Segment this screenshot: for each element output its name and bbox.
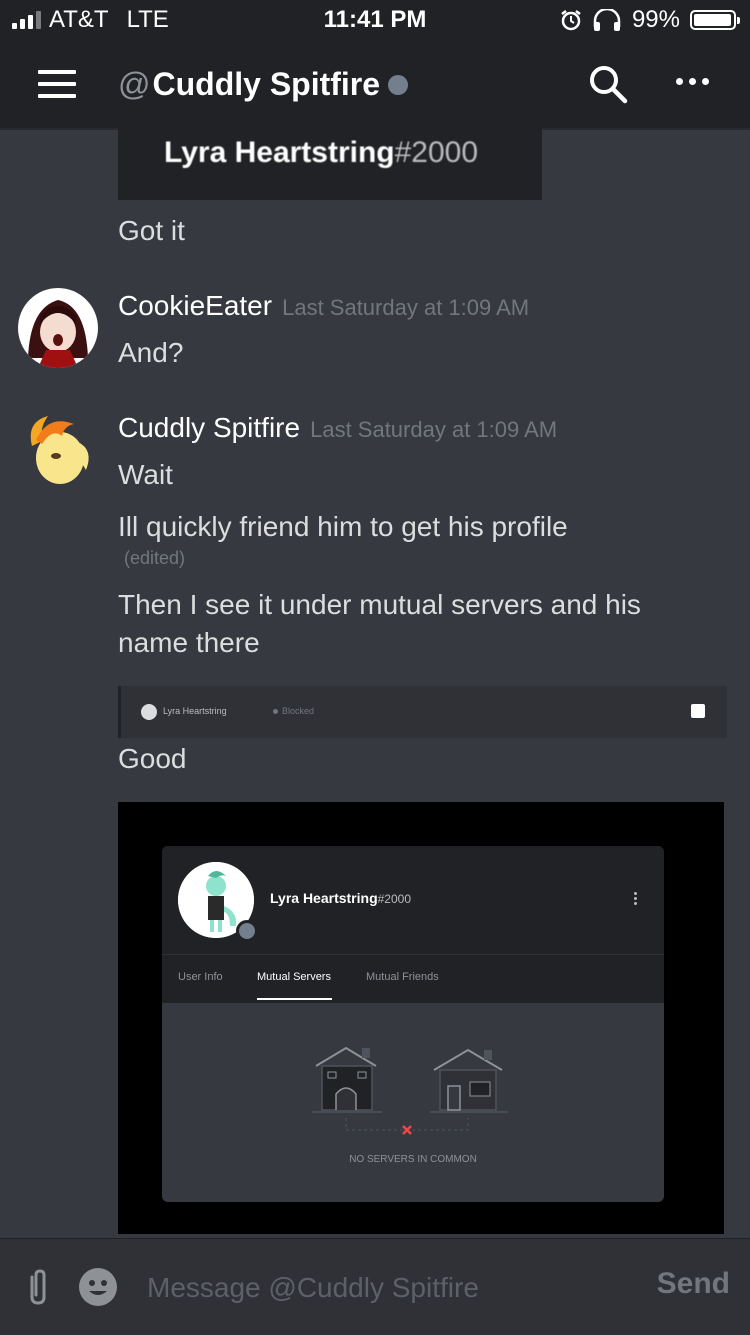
- attachment-icon[interactable]: [22, 1267, 54, 1307]
- at-symbol: @: [118, 66, 151, 102]
- send-button[interactable]: Send: [657, 1267, 730, 1301]
- embed-username: Lyra Heartstring#2000: [164, 136, 479, 169]
- status-right: 99%: [560, 6, 740, 34]
- message-text: Wait: [118, 459, 173, 490]
- tab-mutual-servers: Mutual Servers: [257, 971, 331, 983]
- avatar[interactable]: [18, 410, 98, 490]
- timestamp: Last Saturday at 1:09 AM: [282, 295, 530, 320]
- active-tab-indicator: [257, 998, 332, 1000]
- avatar: [141, 704, 157, 720]
- presence-indicator: [388, 74, 409, 95]
- dm-username: Cuddly Spitfire: [152, 66, 381, 102]
- user-icon: [691, 704, 705, 718]
- avatar[interactable]: [18, 288, 98, 368]
- menu-icon[interactable]: [38, 70, 76, 98]
- message-header: Cuddly Spitfire Last Saturday at 1:09 AM: [118, 412, 557, 444]
- profile-card: Lyra Heartstring#2000 User Info Mutual S…: [162, 846, 664, 1202]
- message-text: Then I see it under mutual servers and h…: [118, 589, 641, 658]
- embed-username: Lyra Heartstring: [163, 706, 227, 716]
- message-composer: Send: [0, 1238, 750, 1335]
- battery-percent: 99%: [631, 6, 680, 33]
- image-attachment[interactable]: Lyra Heartstring Blocked: [118, 686, 727, 738]
- emoji-icon[interactable]: [78, 1267, 118, 1307]
- no-servers-illustration: [312, 1046, 508, 1135]
- profile-header: Lyra Heartstring#2000: [162, 846, 664, 954]
- headphones-icon: [593, 9, 621, 31]
- message-text: Ill quickly friend him to get his profil…: [118, 511, 568, 542]
- profile-name: Lyra Heartstring#2000: [270, 890, 411, 906]
- message-text: And?: [118, 337, 184, 368]
- search-icon[interactable]: [588, 64, 628, 104]
- timestamp: Last Saturday at 1:09 AM: [310, 417, 558, 442]
- status-bar: AT&T LTE 11:41 PM 99%: [0, 0, 750, 40]
- status-badge: Blocked: [273, 706, 314, 716]
- dm-title[interactable]: @ Cuddly Spitfire: [118, 66, 409, 103]
- message-text: Got it: [118, 215, 185, 246]
- author-name[interactable]: Cuddly Spitfire: [118, 412, 300, 444]
- tab-user-info: User Info: [178, 971, 223, 983]
- edited-label: (edited): [124, 548, 186, 568]
- image-attachment[interactable]: Lyra Heartstring#2000: [118, 128, 542, 200]
- presence-indicator: [236, 920, 258, 942]
- message-input[interactable]: [145, 1265, 629, 1311]
- alarm-icon: [561, 10, 581, 31]
- more-options-icon[interactable]: [676, 78, 709, 85]
- tab-mutual-friends: Mutual Friends: [366, 971, 439, 983]
- more-options-icon: [634, 892, 638, 907]
- message-header: CookieEater Last Saturday at 1:09 AM: [118, 290, 529, 322]
- empty-state-text: NO SERVERS IN COMMON: [349, 1154, 477, 1165]
- image-attachment[interactable]: Lyra Heartstring#2000 User Info Mutual S…: [118, 802, 724, 1234]
- battery-icon: [690, 10, 740, 30]
- profile-tabs: User Info Mutual Servers Mutual Friends: [162, 954, 664, 1003]
- message-text: Good: [118, 743, 187, 774]
- author-name[interactable]: CookieEater: [118, 290, 272, 322]
- channel-header: @ Cuddly Spitfire: [0, 40, 750, 128]
